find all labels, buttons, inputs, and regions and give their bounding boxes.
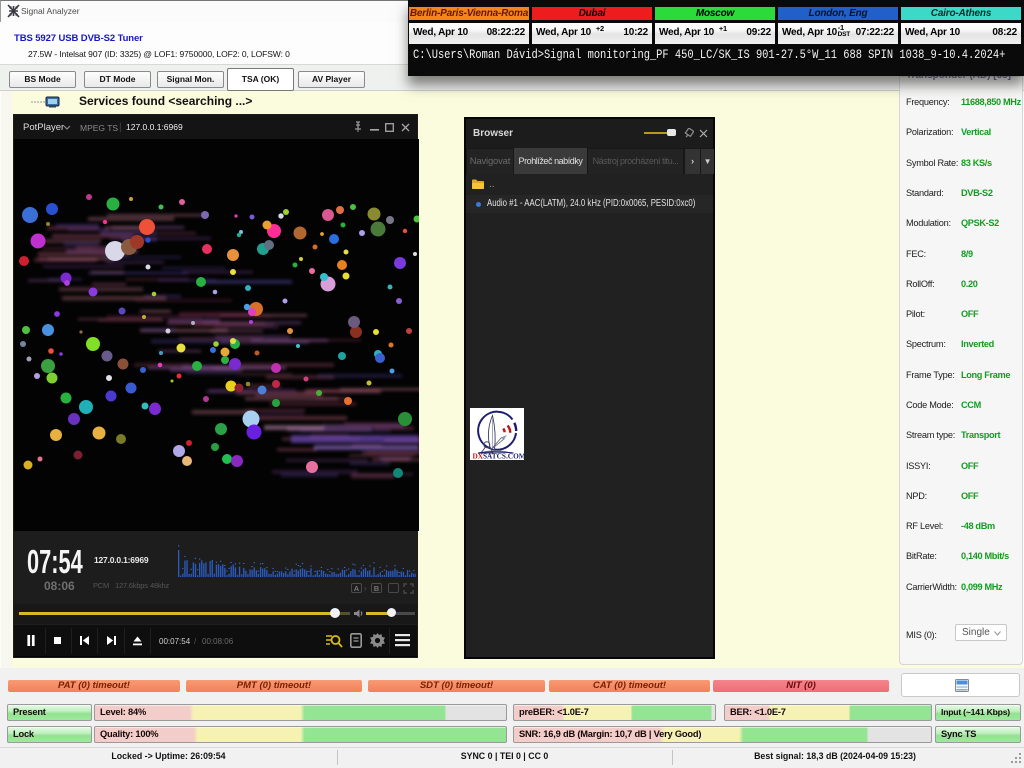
svg-text:SATCS.COM: SATCS.COM <box>483 452 524 461</box>
